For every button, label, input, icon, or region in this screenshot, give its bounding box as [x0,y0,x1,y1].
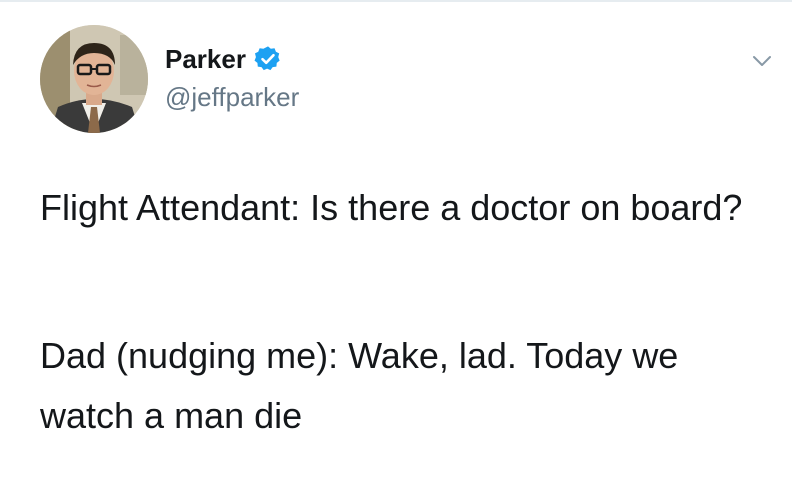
user-handle[interactable]: @jeffparker [165,82,299,112]
tweet-text-paragraph: Dad (nudging me): Wake, lad. Today we wa… [40,335,679,436]
avatar[interactable] [40,25,148,133]
author-row: Parker [165,44,282,74]
divider [0,0,792,2]
tweet-text-paragraph: Flight Attendant: Is there a doctor on b… [40,187,743,228]
avatar-photo-icon [40,25,148,133]
tweet-card: Parker @jeffparker Flight Attendant: Is … [0,0,792,490]
display-name[interactable]: Parker [165,44,246,74]
chevron-down-icon[interactable] [752,54,772,68]
verified-badge-icon [254,45,282,73]
